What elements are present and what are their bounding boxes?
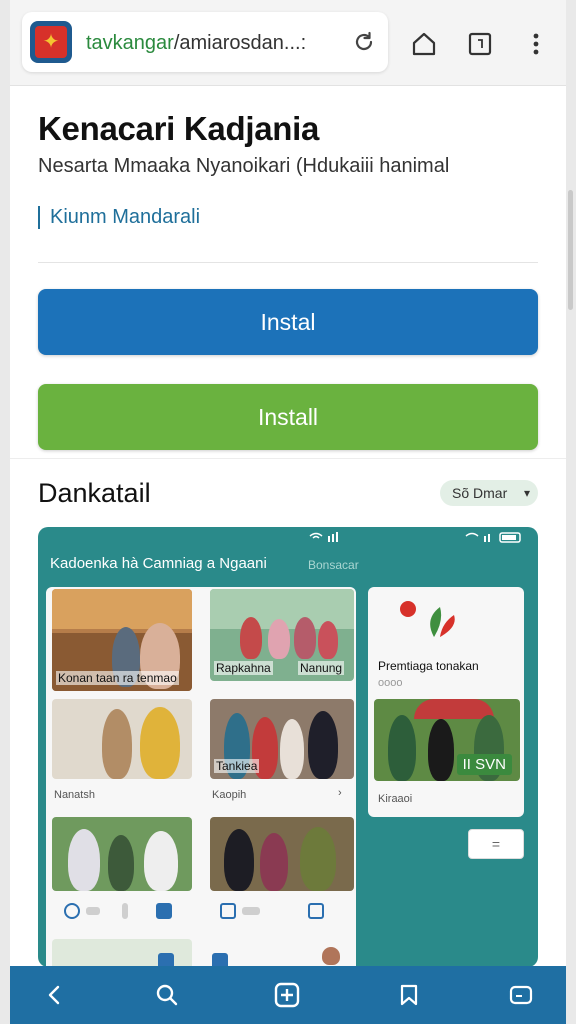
home-icon[interactable]: [410, 30, 438, 58]
back-icon[interactable]: [42, 982, 68, 1008]
tile-label: Rapkahna: [214, 661, 273, 675]
mini-icon: [158, 953, 174, 967]
chevron-right-icon: ›: [338, 787, 342, 799]
preview-side-card: Premtiaga tonakan oooo II SVN Kiraaoi: [368, 587, 524, 817]
scrollbar[interactable]: [568, 190, 573, 310]
bottom-navigation: [10, 966, 566, 1024]
mini-search-icon: [64, 903, 80, 919]
url-text[interactable]: tavkangar/amiarosdan...:: [86, 32, 306, 55]
site-logo-icon: ✦: [30, 21, 72, 63]
side-card-title: Premtiaga tonakan: [378, 659, 479, 673]
more-vertical-icon[interactable]: [522, 30, 550, 58]
side-card-meta: oooo: [378, 677, 403, 689]
install-secondary-button[interactable]: Install: [38, 384, 538, 450]
photo-tile: Tankiea: [210, 699, 354, 779]
mini-avatar: [322, 947, 340, 965]
bookmark-icon[interactable]: [396, 982, 422, 1008]
mini-image-icon: [308, 903, 324, 919]
add-tab-icon[interactable]: [274, 982, 300, 1008]
browser-frame: ✦ tavkangar/amiarosdan...: Kenacari Kadj…: [10, 0, 566, 1024]
wifi-signal-icon: [308, 531, 348, 546]
sort-dropdown[interactable]: Sõ Dmar ▾: [440, 480, 538, 506]
mini-home-icon: [220, 903, 236, 919]
address-bar[interactable]: ✦ tavkangar/amiarosdan...:: [22, 12, 388, 72]
tile-label: Nanung: [298, 661, 345, 675]
mini-bar: [86, 907, 100, 915]
page-title: Kenacari Kadjania: [38, 110, 320, 147]
author-link[interactable]: Kiunm Mandarali: [38, 206, 200, 229]
mini-icon: [212, 953, 228, 967]
svm-badge: II SVN: [456, 754, 512, 775]
section-divider: [10, 458, 566, 459]
chevron-down-icon: ▾: [523, 486, 530, 500]
divider: [38, 262, 538, 263]
tabs-icon[interactable]: [508, 982, 534, 1008]
reload-icon[interactable]: [352, 30, 376, 54]
preview-subtitle: Bonsacar: [308, 558, 359, 572]
section-title: Dankatail: [38, 478, 151, 508]
photo-tile: [210, 817, 354, 891]
mini-bar: [122, 903, 128, 919]
mini-edit-icon: [156, 903, 172, 919]
tile-caption: Kiraaoi: [378, 793, 413, 805]
install-button[interactable]: Instal: [38, 289, 538, 355]
mini-bar: [242, 907, 260, 915]
url-path: /amiarosdan...:: [173, 32, 307, 54]
photo-tile: [52, 817, 192, 891]
tile-caption: Kaopih: [212, 789, 247, 801]
tab-switcher-icon[interactable]: [466, 30, 494, 58]
sort-dropdown-label: Sõ Dmar: [452, 485, 508, 501]
tile-label: Tankiea: [214, 759, 260, 773]
search-icon[interactable]: [154, 982, 180, 1008]
browser-toolbar: ✦ tavkangar/amiarosdan...:: [10, 0, 566, 86]
preview-grid-panel: Konan taan ra tenmao Rapkahna Nanung Tan…: [46, 587, 356, 967]
battery-icon: [464, 531, 530, 546]
photo-tile: Konan taan ra tenmao: [52, 589, 192, 691]
photo-tile: [52, 699, 192, 779]
equals-icon[interactable]: =: [468, 829, 524, 859]
tile-label: Konan taan ra tenmao: [56, 671, 179, 685]
tile-caption: Nanatsh: [54, 789, 95, 801]
app-screenshot-preview[interactable]: Kadoenka hà Camniag a Ngaani Bonsacar Ko…: [38, 527, 538, 967]
app-logo-icon: [400, 601, 455, 637]
page-subtitle: Nesarta Mmaaka Nyanoikari (Hdukaiii hani…: [38, 155, 450, 177]
photo-tile: II SVN: [374, 699, 520, 781]
url-host: tavkangar: [86, 32, 174, 54]
preview-title: Kadoenka hà Camniag a Ngaani: [50, 555, 267, 572]
photo-tile: Rapkahna Nanung: [210, 589, 354, 681]
